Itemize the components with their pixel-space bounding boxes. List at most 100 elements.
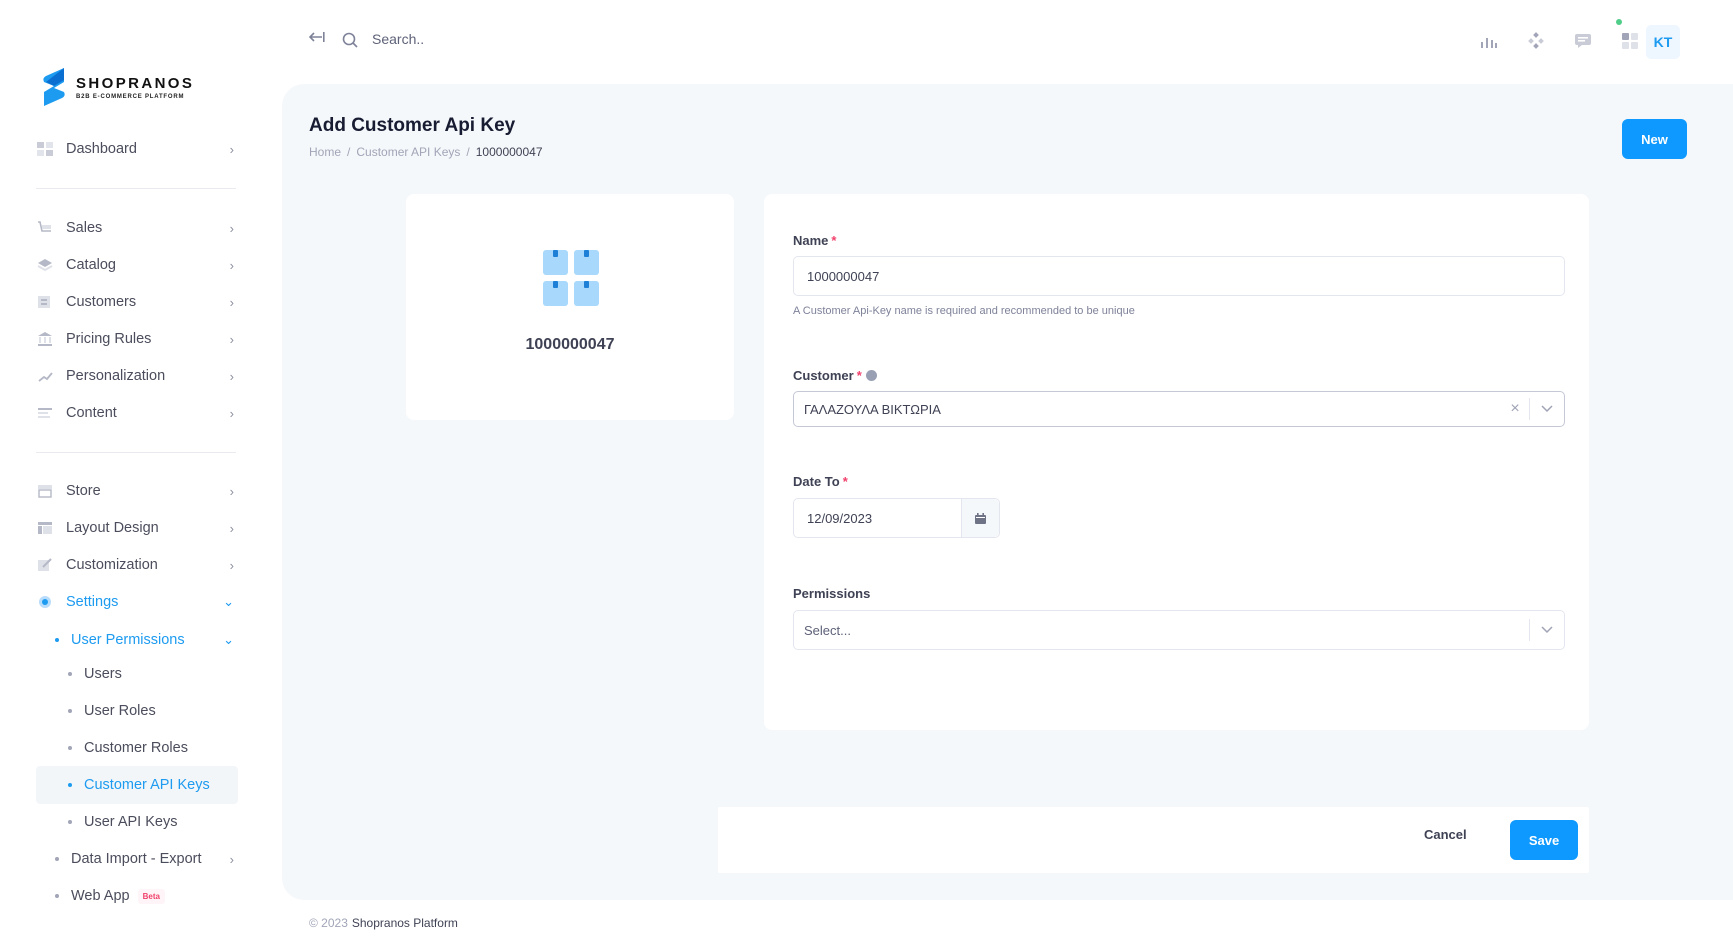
sidebar-item-personalization[interactable]: Personalization › bbox=[36, 359, 242, 393]
chevron-right-icon: › bbox=[229, 331, 234, 347]
api-key-icon bbox=[543, 250, 599, 311]
sidebar-item-sales[interactable]: Sales › bbox=[36, 211, 242, 245]
chevron-right-icon: › bbox=[229, 557, 234, 573]
chevron-down-icon[interactable] bbox=[1530, 405, 1564, 413]
footer-copyright: © 2023 Shopranos Platform bbox=[309, 916, 458, 930]
beta-badge: Beta bbox=[137, 888, 165, 904]
date-to-input[interactable]: 12/09/2023 bbox=[793, 498, 1000, 538]
clear-icon[interactable]: × bbox=[1501, 400, 1529, 418]
gear-icon bbox=[36, 594, 54, 610]
name-label: Name * bbox=[793, 233, 837, 248]
sidebar-item-data-import-export[interactable]: Data Import - Export › bbox=[55, 851, 240, 867]
sidebar-item-customer-roles[interactable]: Customer Roles bbox=[68, 740, 188, 756]
brand-name: SHOPRANOS bbox=[76, 74, 195, 92]
sidebar-item-label: Store bbox=[66, 483, 101, 499]
sidebar-item-pricing-rules[interactable]: Pricing Rules › bbox=[36, 322, 242, 356]
footer-brand-link[interactable]: Shopranos Platform bbox=[352, 916, 458, 930]
collapse-sidebar-icon[interactable] bbox=[308, 30, 326, 49]
date-to-label: Date To * bbox=[793, 474, 848, 489]
api-key-summary-card: 1000000047 bbox=[406, 194, 734, 420]
sidebar-item-customers[interactable]: Customers › bbox=[36, 285, 242, 319]
breadcrumb-current: 1000000047 bbox=[475, 145, 543, 159]
sidebar-item-label: Content bbox=[66, 405, 117, 421]
page-title: Add Customer Api Key bbox=[309, 115, 516, 136]
sidebar-item-users[interactable]: Users bbox=[68, 666, 122, 682]
sidebar-item-user-roles[interactable]: User Roles bbox=[68, 703, 156, 719]
sidebar-item-label: Customers bbox=[66, 294, 137, 310]
breadcrumb-home-link[interactable]: Home bbox=[309, 145, 341, 159]
sidebar-item-label: Customer Roles bbox=[84, 740, 188, 756]
chevron-right-icon: › bbox=[229, 405, 234, 421]
sidebar-item-label: Catalog bbox=[66, 257, 116, 273]
new-button[interactable]: New bbox=[1622, 119, 1687, 159]
shopranos-logo-icon bbox=[40, 66, 68, 108]
edit-icon bbox=[36, 557, 54, 573]
sidebar: SHOPRANOS B2B E-COMMERCE PLATFORM Dashbo… bbox=[0, 0, 260, 940]
bank-icon bbox=[36, 331, 54, 347]
sidebar-item-customer-api-keys[interactable]: Customer API Keys bbox=[68, 777, 210, 793]
breadcrumb: Home / Customer API Keys / 1000000047 bbox=[309, 145, 543, 159]
sidebar-item-label: Settings bbox=[66, 594, 119, 610]
chat-icon[interactable] bbox=[1572, 30, 1594, 52]
save-button[interactable]: Save bbox=[1510, 820, 1578, 860]
sidebar-item-web-app[interactable]: Web App Beta bbox=[55, 888, 165, 904]
name-hint: A Customer Api-Key name is required and … bbox=[793, 305, 1135, 317]
permissions-select[interactable]: Select... bbox=[793, 610, 1565, 650]
chevron-right-icon: › bbox=[229, 851, 234, 867]
notification-dot bbox=[1616, 19, 1622, 25]
sidebar-item-user-permissions[interactable]: User Permissions ⌄ bbox=[55, 630, 240, 650]
analytics-icon[interactable] bbox=[1478, 30, 1500, 52]
brand-tagline: B2B E-COMMERCE PLATFORM bbox=[76, 93, 185, 100]
sidebar-item-label: Dashboard bbox=[66, 141, 137, 157]
search-input[interactable] bbox=[372, 31, 572, 47]
user-avatar[interactable]: KT bbox=[1646, 25, 1680, 59]
sidebar-item-catalog[interactable]: Catalog › bbox=[36, 248, 242, 282]
chevron-down-icon: ⌄ bbox=[223, 632, 234, 647]
sidebar-item-dashboard[interactable]: Dashboard › bbox=[36, 132, 242, 166]
sidebar-item-label: Pricing Rules bbox=[66, 331, 152, 347]
sidebar-item-label: User API Keys bbox=[84, 814, 178, 830]
brand-logo[interactable]: SHOPRANOS B2B E-COMMERCE PLATFORM bbox=[40, 66, 194, 108]
sidebar-item-user-api-keys[interactable]: User API Keys bbox=[68, 814, 177, 830]
chevron-right-icon: › bbox=[229, 220, 234, 236]
sidebar-item-store[interactable]: Store › bbox=[36, 474, 242, 508]
grid-menu-icon[interactable] bbox=[1619, 30, 1641, 52]
sidebar-item-label: Data Import - Export bbox=[71, 851, 202, 867]
chevron-right-icon: › bbox=[229, 368, 234, 384]
chevron-right-icon: › bbox=[229, 483, 234, 499]
search-icon bbox=[342, 32, 358, 53]
sidebar-item-customization[interactable]: Customization › bbox=[36, 548, 242, 582]
address-book-icon bbox=[36, 294, 54, 310]
sidebar-item-label: Customization bbox=[66, 557, 158, 573]
chevron-right-icon: › bbox=[229, 520, 234, 536]
sidebar-item-label: Customer API Keys bbox=[84, 777, 210, 793]
api-key-name-display: 1000000047 bbox=[525, 336, 615, 353]
apps-diamond-icon[interactable] bbox=[1525, 30, 1547, 52]
sidebar-item-settings[interactable]: Settings ⌄ bbox=[36, 585, 242, 619]
info-icon[interactable] bbox=[865, 370, 877, 381]
sidebar-item-label: User Roles bbox=[84, 703, 156, 719]
customer-select[interactable]: ΓΑΛΑΖΟΥΛΑ ΒΙΚΤΩΡΙΑ × bbox=[793, 391, 1565, 427]
sidebar-item-layout-design[interactable]: Layout Design › bbox=[36, 511, 242, 545]
chevron-down-icon[interactable] bbox=[1530, 626, 1564, 634]
layers-icon bbox=[36, 257, 54, 273]
chevron-right-icon: › bbox=[229, 257, 234, 273]
calendar-icon[interactable] bbox=[961, 499, 999, 537]
sidebar-item-label: Sales bbox=[66, 220, 103, 236]
sidebar-item-label: Web App bbox=[71, 888, 130, 904]
name-input[interactable]: 1000000047 bbox=[793, 256, 1565, 296]
customer-label: Customer * bbox=[793, 368, 877, 383]
permissions-label: Permissions bbox=[793, 586, 871, 601]
sidebar-item-label: Users bbox=[84, 666, 122, 682]
sidebar-divider bbox=[36, 452, 236, 453]
sidebar-item-label: Personalization bbox=[66, 368, 166, 384]
layout-icon bbox=[36, 520, 54, 536]
breadcrumb-customer-api-keys-link[interactable]: Customer API Keys bbox=[356, 145, 460, 159]
sidebar-item-content[interactable]: Content › bbox=[36, 396, 242, 430]
chevron-right-icon: › bbox=[229, 294, 234, 310]
chevron-right-icon: › bbox=[229, 141, 234, 157]
cancel-button[interactable]: Cancel bbox=[1424, 827, 1467, 842]
text-icon bbox=[36, 405, 54, 421]
sidebar-divider bbox=[36, 188, 236, 189]
sidebar-item-label: User Permissions bbox=[71, 632, 185, 648]
